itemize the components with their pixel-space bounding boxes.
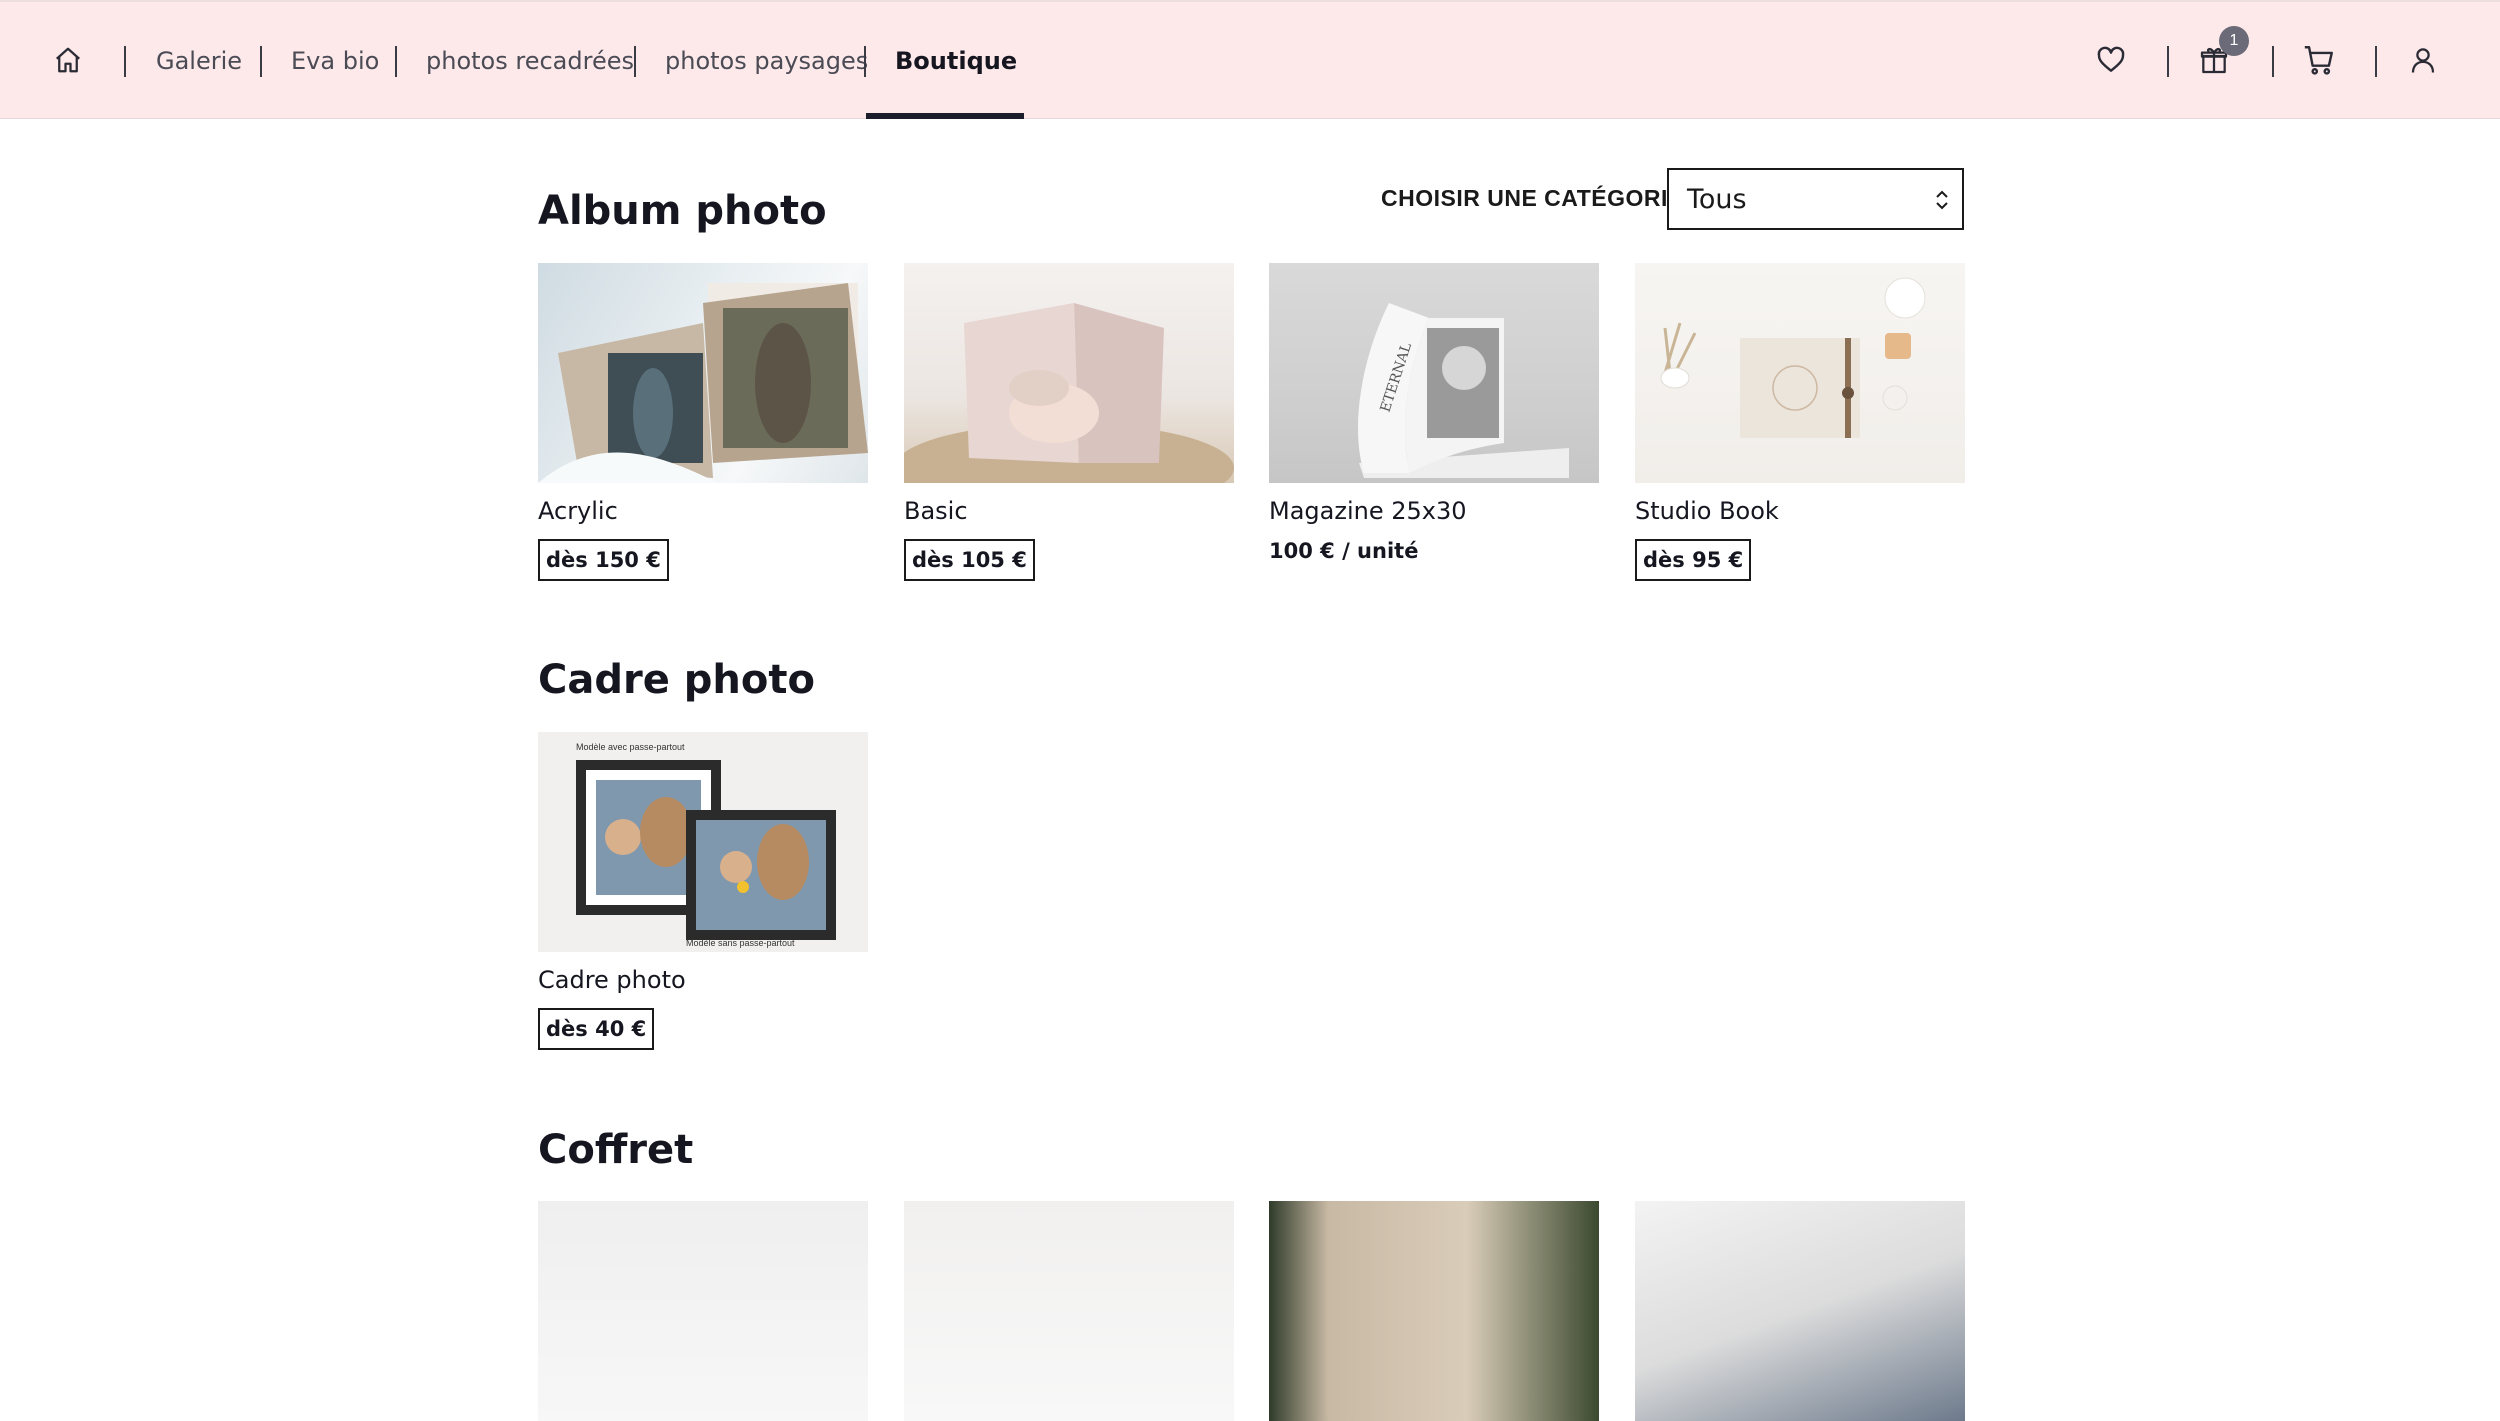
nav-divider bbox=[260, 46, 262, 77]
select-arrows-icon bbox=[1936, 190, 1948, 210]
product-card-studio-book[interactable]: Studio Book dès 95 € bbox=[1635, 263, 1965, 581]
product-price: dès 40 € bbox=[538, 1008, 655, 1050]
product-card-coffret-1[interactable] bbox=[538, 1201, 868, 1421]
product-card-coffret-4[interactable] bbox=[1635, 1201, 1965, 1421]
product-price: dès 150 € bbox=[538, 539, 669, 581]
product-image-basic[interactable] bbox=[904, 263, 1234, 483]
nav-divider bbox=[395, 46, 397, 77]
product-name[interactable]: Studio Book bbox=[1635, 497, 1965, 525]
product-card-cadre-photo[interactable]: Modèle avec passe-partout Modèle sans pa… bbox=[538, 732, 868, 1050]
favorites-button[interactable] bbox=[2091, 40, 2131, 80]
product-card-acrylic[interactable]: Acrylic dès 150 € bbox=[538, 263, 868, 581]
heart-icon bbox=[2097, 46, 2125, 72]
nav-divider bbox=[864, 46, 866, 77]
product-name[interactable]: Basic bbox=[904, 497, 1234, 525]
nav-link-photos-paysages[interactable]: photos paysages bbox=[665, 44, 868, 78]
nav-link-galerie[interactable]: Galerie bbox=[156, 44, 242, 78]
section-title-album-photo: Album photo bbox=[538, 188, 827, 234]
product-card-magazine[interactable]: ETERNAL Magazine 25x30 100 € / unité bbox=[1269, 263, 1599, 563]
category-select-value: Tous bbox=[1687, 184, 1747, 215]
product-price: dès 105 € bbox=[904, 539, 1035, 581]
product-card-coffret-2[interactable] bbox=[904, 1201, 1234, 1421]
nav-link-eva-bio[interactable]: Eva bio bbox=[291, 44, 379, 78]
product-name[interactable]: Acrylic bbox=[538, 497, 868, 525]
cart-icon bbox=[2304, 46, 2333, 75]
product-image[interactable] bbox=[538, 1201, 868, 1421]
category-filter-label: CHOISIR UNE CATÉGORIE : bbox=[1381, 185, 1699, 211]
section-title-coffret: Coffret bbox=[538, 1127, 694, 1173]
product-card-coffret-3[interactable] bbox=[1269, 1201, 1599, 1421]
section-title-cadre-photo: Cadre photo bbox=[538, 657, 815, 703]
home-button[interactable] bbox=[50, 42, 86, 78]
product-price: dès 95 € bbox=[1635, 539, 1752, 581]
home-icon bbox=[56, 47, 80, 73]
gift-count-badge: 1 bbox=[2219, 26, 2249, 56]
product-card-basic[interactable]: Basic dès 105 € bbox=[904, 263, 1234, 581]
nav-divider bbox=[2375, 46, 2377, 77]
user-icon bbox=[2411, 48, 2435, 73]
nav-divider bbox=[2167, 46, 2169, 77]
active-tab-indicator bbox=[866, 113, 1024, 119]
product-image-cadre-photo[interactable]: Modèle avec passe-partout Modèle sans pa… bbox=[538, 732, 868, 952]
nav-divider bbox=[634, 46, 636, 77]
product-name[interactable]: Cadre photo bbox=[538, 966, 868, 994]
product-image[interactable] bbox=[904, 1201, 1234, 1421]
product-image-acrylic[interactable] bbox=[538, 263, 868, 483]
category-select[interactable]: Tous bbox=[1667, 168, 1964, 230]
product-name[interactable]: Magazine 25x30 bbox=[1269, 497, 1599, 525]
product-image[interactable] bbox=[1635, 1201, 1965, 1421]
nav-divider bbox=[124, 46, 126, 77]
cart-button[interactable] bbox=[2299, 40, 2339, 80]
nav-link-photos-recadrees[interactable]: photos recadrées bbox=[426, 44, 634, 78]
product-image[interactable] bbox=[1269, 1201, 1599, 1421]
product-image-magazine[interactable]: ETERNAL bbox=[1269, 263, 1599, 483]
image-caption-bottom: Modèle sans passe-partout bbox=[686, 938, 795, 948]
nav-divider bbox=[2272, 46, 2274, 77]
product-price: 100 € / unité bbox=[1269, 539, 1419, 563]
product-image-studio-book[interactable] bbox=[1635, 263, 1965, 483]
account-button[interactable] bbox=[2403, 40, 2443, 80]
nav-link-boutique[interactable]: Boutique bbox=[895, 44, 1017, 78]
top-navigation-bar: Galerie Eva bio photos recadrées photos … bbox=[0, 0, 2500, 119]
